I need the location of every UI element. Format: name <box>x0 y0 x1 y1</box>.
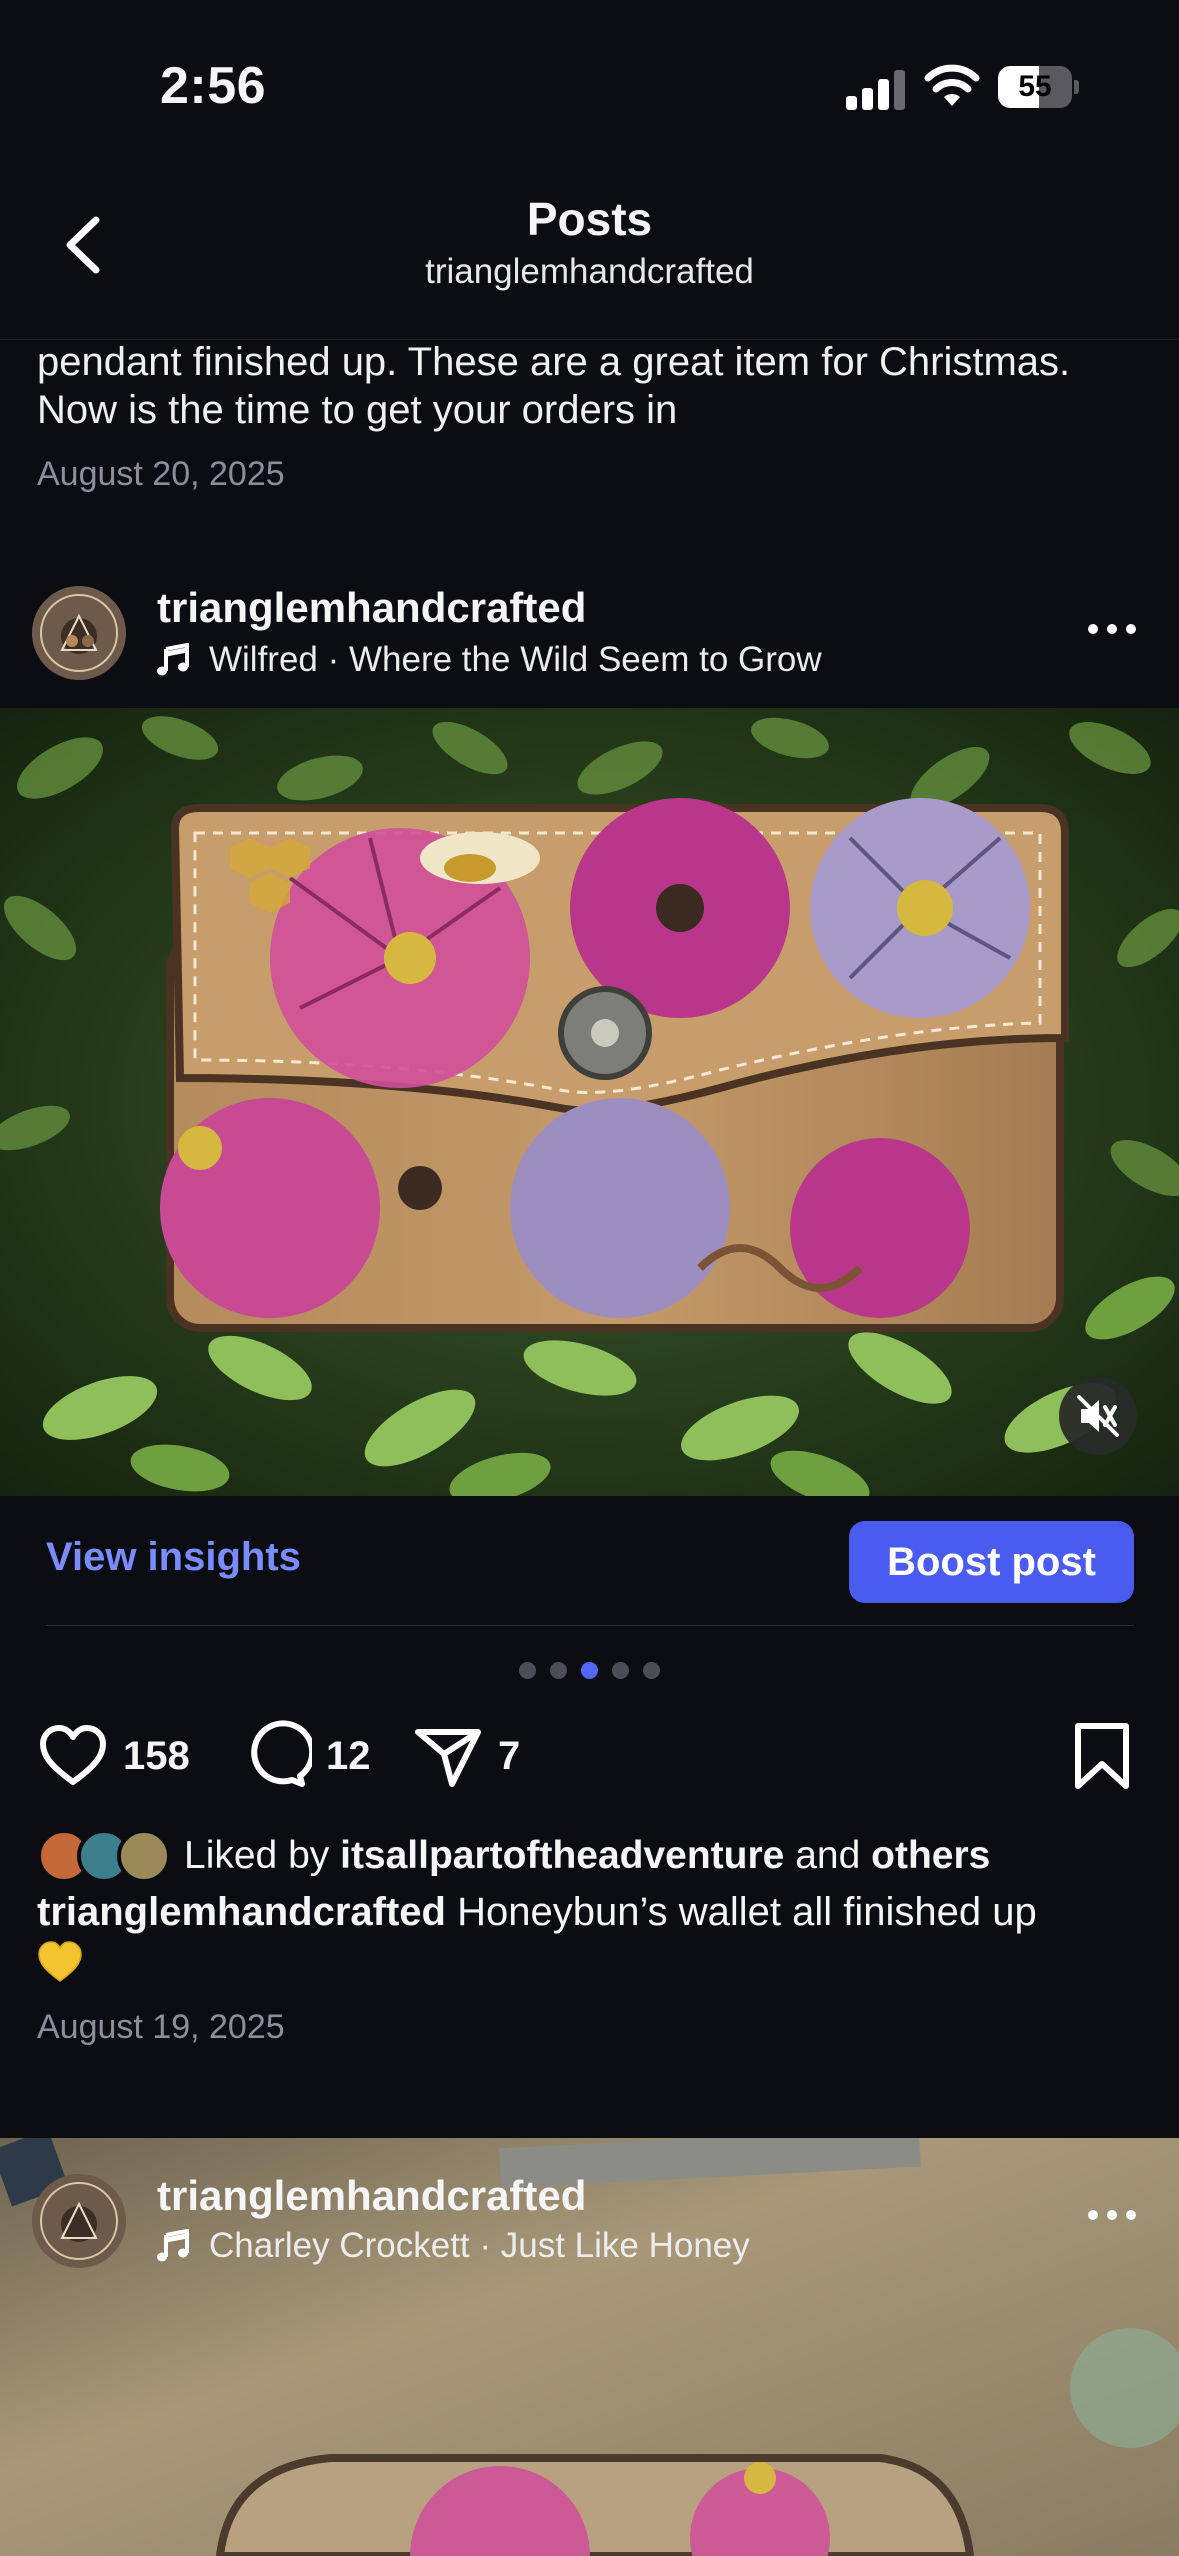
bookmark-icon <box>1075 1723 1129 1789</box>
liked-by-row[interactable]: Liked by itsallpartoftheadventure and ot… <box>37 1826 990 1886</box>
battery-level: 55 <box>1018 70 1052 103</box>
shares-count: 7 <box>498 1733 521 1778</box>
post-music-label[interactable]: Wilfred · Where the Wild Seem to Grow <box>157 640 822 680</box>
share-action[interactable]: 7 <box>412 1716 520 1796</box>
post-date: August 19, 2025 <box>37 2008 285 2046</box>
more-options-icon[interactable] <box>1085 2200 1139 2230</box>
battery-icon: 55 <box>998 66 1079 108</box>
top-nav-header: Posts trianglemhandcrafted <box>0 170 1179 340</box>
comment-action[interactable]: 12 <box>240 1716 371 1796</box>
carousel-dot <box>612 1662 629 1679</box>
next-post-username[interactable]: trianglemhandcrafted <box>157 2172 586 2220</box>
like-action[interactable]: 158 <box>37 1716 190 1796</box>
page-title: Posts <box>526 193 653 245</box>
wifi-icon <box>924 64 980 106</box>
next-post: trianglemhandcrafted Charley Crockett · … <box>0 2138 1179 2556</box>
post-header: trianglemhandcrafted Wilfred · Where the… <box>0 568 1179 688</box>
cellular-signal-icon <box>846 70 906 110</box>
caption-text: Honeybun’s wallet all finished up <box>457 1890 1037 1934</box>
post-media-image[interactable] <box>0 708 1179 1496</box>
status-time: 2:56 <box>160 57 267 115</box>
avatar <box>117 1829 171 1883</box>
heart-icon <box>40 1725 106 1785</box>
comment-bubble-icon <box>251 1720 312 1787</box>
liked-by-user[interactable]: itsallpartoftheadventure <box>340 1834 784 1878</box>
carousel-dot-active <box>581 1662 598 1679</box>
carousel-dot <box>519 1662 536 1679</box>
avatar[interactable] <box>32 2174 126 2268</box>
caption-username[interactable]: trianglemhandcrafted <box>37 1890 446 1934</box>
music-note-icon <box>157 2229 189 2262</box>
post-actions: 158 12 7 <box>0 1716 1179 1796</box>
divider <box>46 1625 1134 1626</box>
mute-toggle-icon[interactable] <box>1059 1377 1137 1455</box>
paper-plane-icon <box>415 1729 481 1787</box>
music-note-icon <box>157 643 189 676</box>
view-insights-link[interactable]: View insights <box>46 1535 301 1580</box>
liked-by-and: and <box>795 1834 861 1877</box>
status-bar: 2:56 55 <box>0 0 1179 170</box>
yellow-heart-emoji-icon <box>38 1941 82 1982</box>
post-caption: trianglemhandcrafted Honeybun’s wallet a… <box>37 1886 1147 1990</box>
liker-avatars <box>37 1827 172 1885</box>
next-post-header: trianglemhandcrafted Charley Crockett · … <box>0 2138 1179 2268</box>
avatar[interactable] <box>32 586 126 680</box>
post-music-text: Wilfred · Where the Wild Seem to Grow <box>209 640 822 679</box>
carousel-dot <box>643 1662 660 1679</box>
post-username[interactable]: trianglemhandcrafted <box>157 584 586 632</box>
previous-post-caption: pendant finished up. These are a great i… <box>37 340 1071 432</box>
more-options-icon[interactable] <box>1085 614 1139 644</box>
next-post-music-text: Charley Crockett · Just Like Honey <box>209 2226 750 2265</box>
likes-count: 158 <box>123 1733 190 1778</box>
boost-post-button[interactable]: Boost post <box>849 1521 1134 1603</box>
carousel-dot <box>550 1662 567 1679</box>
next-post-music-label[interactable]: Charley Crockett · Just Like Honey <box>157 2226 750 2266</box>
carousel-indicator <box>0 1662 1179 1679</box>
comments-count: 12 <box>326 1733 371 1778</box>
previous-post-date: August 20, 2025 <box>37 455 285 493</box>
page-subtitle: trianglemhandcrafted <box>425 252 754 291</box>
save-action[interactable] <box>1066 1716 1138 1796</box>
liked-by-prefix: Liked by <box>184 1834 330 1877</box>
liked-by-others[interactable]: others <box>871 1834 990 1878</box>
